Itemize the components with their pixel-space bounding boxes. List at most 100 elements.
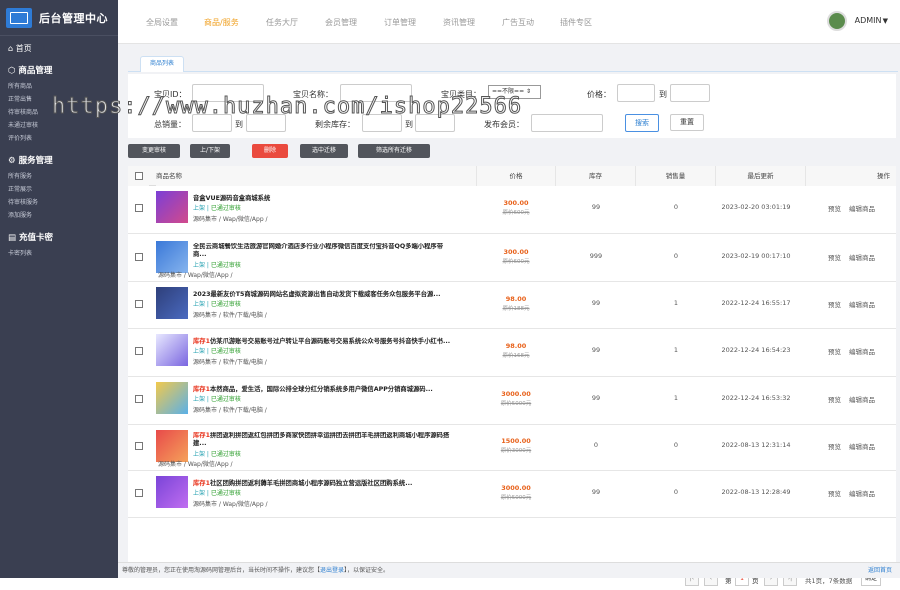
preview-link[interactable]: 预览: [828, 348, 841, 356]
row-actions: 预览 编辑商品: [828, 394, 883, 404]
total-sales-label: 总销量：: [154, 120, 186, 129]
nav-goods-services[interactable]: 商品/服务: [204, 17, 239, 28]
preview-link[interactable]: 预览: [828, 254, 841, 262]
sidebar-item-rejected[interactable]: 未通过审核: [8, 119, 60, 132]
row-actions: 预览 编辑商品: [828, 346, 883, 356]
sidebar-item-card-list[interactable]: 卡密列表: [8, 247, 60, 260]
sidebar-item-all-goods[interactable]: 所有商品: [8, 80, 60, 93]
product-thumbnail[interactable]: [156, 287, 188, 319]
edit-link[interactable]: 编辑商品: [849, 490, 875, 498]
sidebar-section-title[interactable]: ⚙ 服务管理: [0, 149, 118, 168]
home-icon: ⌂: [8, 44, 16, 53]
sidebar-item-reviews[interactable]: 评价列表: [8, 132, 60, 145]
footer-text: 尊敬的管理员，您正在使用淘源码网管理后台，当长时间不操作，建议您【: [122, 567, 321, 574]
logout-link[interactable]: 退出登录: [320, 567, 344, 574]
price-min-input[interactable]: [617, 84, 655, 102]
product-status: 上架 | 已通过审核: [193, 262, 241, 269]
header-price: 价格: [476, 166, 556, 186]
product-thumbnail[interactable]: [156, 334, 188, 366]
product-title[interactable]: 全民云商城餐饮生活旅游官网婚介酒店多行业小程序微信百度支付宝抖音QQ多端小程序带…: [193, 243, 455, 259]
nav-task-hall[interactable]: 任务大厅: [266, 17, 298, 28]
edit-link[interactable]: 编辑商品: [849, 348, 875, 356]
sidebar-section-title[interactable]: ▤ 充值卡密: [0, 226, 118, 245]
toggle-listing-button[interactable]: 上/下架: [190, 144, 230, 158]
price-max-input[interactable]: [670, 84, 710, 102]
sidebar-item-pending-services[interactable]: 待审核服务: [8, 196, 60, 209]
nav-news[interactable]: 资讯管理: [443, 17, 475, 28]
search-button[interactable]: 搜索: [625, 114, 659, 132]
product-updated: 2022-12-24 16:53:32: [721, 394, 791, 402]
member-input[interactable]: [531, 114, 603, 132]
watermark: https://www.huzhan.com/ishop22566: [51, 94, 523, 120]
sidebar-item-add-service[interactable]: 添加服务: [8, 209, 60, 222]
edit-link[interactable]: 编辑商品: [849, 396, 875, 404]
product-updated: 2022-08-13 12:28:49: [721, 487, 791, 496]
stock-tag: 库存1: [193, 386, 210, 393]
preview-link[interactable]: 预览: [828, 490, 841, 498]
product-status: 上架 | 已通过审核: [193, 490, 241, 497]
product-title[interactable]: 库存1社区团购拼团返利薅羊毛拼团商城小程序源码独立营运版社区团购系统...: [193, 478, 455, 487]
sidebar-item-all-services[interactable]: 所有服务: [8, 170, 60, 183]
user-name: ADMIN: [854, 16, 882, 25]
product-title[interactable]: 2023最新友价T5商城源码网站名虚拟资源出售自动发货下载威客任务众包服务平台源…: [193, 289, 455, 298]
preview-link[interactable]: 预览: [828, 396, 841, 404]
row-actions: 预览 编辑商品: [828, 203, 883, 213]
product-title[interactable]: 库存1本然商品，爱生活，国际公排全球分红分销系统多用户微信APP分销商城源码..…: [193, 384, 455, 393]
table-row: 库存1本然商品，爱生活，国际公排全球分红分销系统多用户微信APP分销商城源码..…: [128, 377, 896, 425]
product-title[interactable]: 库存1拼团返利拼团返红包拼团多商家快团拼幸运拼团去拼团羊毛拼团返利商城小程序源码…: [193, 432, 455, 448]
product-title[interactable]: 音盒VUE源码音盒商城系统: [193, 193, 455, 202]
reset-button[interactable]: 重置: [670, 114, 704, 131]
nav-global-settings[interactable]: 全局设置: [146, 17, 178, 28]
delete-button[interactable]: 删除: [252, 144, 288, 158]
nav-plugins[interactable]: 插件专区: [560, 17, 592, 28]
edit-link[interactable]: 编辑商品: [849, 205, 875, 213]
select-all-checkbox[interactable]: [135, 172, 143, 180]
product-thumbnail[interactable]: [156, 382, 188, 414]
row-checkbox[interactable]: [135, 488, 143, 497]
goods-table: 商品名称 价格 库存 销售量 最后更新 操作 音盒VUE源码音盒商城系统 上架 |…: [128, 166, 896, 586]
migrate-selected-button[interactable]: 选中迁移: [300, 144, 348, 158]
product-thumbnail[interactable]: [156, 241, 188, 273]
product-price: 98.00: [505, 294, 527, 303]
edit-link[interactable]: 编辑商品: [849, 301, 875, 309]
row-checkbox[interactable]: [135, 253, 143, 261]
preview-link[interactable]: 预览: [828, 443, 841, 451]
product-price: 300.00: [503, 199, 529, 207]
header-stock: 库存: [556, 166, 636, 186]
row-checkbox[interactable]: [135, 204, 143, 212]
product-price: 300.00: [503, 248, 529, 256]
edit-link[interactable]: 编辑商品: [849, 443, 875, 451]
product-category: 源码集市 / Wap/微信/App /: [158, 461, 233, 468]
product-thumbnail[interactable]: [156, 476, 188, 508]
back-home-link[interactable]: 返回首页: [868, 563, 892, 578]
header-name: 商品名称: [156, 166, 476, 186]
product-sales: 1: [673, 298, 679, 307]
nav-orders[interactable]: 订单管理: [384, 17, 416, 28]
preview-link[interactable]: 预览: [828, 205, 841, 213]
sidebar-home[interactable]: ⌂ 首页: [0, 38, 118, 59]
sidebar-item-shown[interactable]: 正常展示: [8, 183, 60, 196]
tab-goods-list[interactable]: 商品列表: [140, 56, 184, 72]
table-row: 库存1拼团返利拼团返红包拼团多商家快团拼幸运拼团去拼团羊毛拼团返利商城小程序源码…: [128, 425, 896, 471]
app-title: 后台管理中心: [39, 11, 108, 25]
edit-link[interactable]: 编辑商品: [849, 254, 875, 262]
stock-tag: 库存1: [193, 432, 210, 439]
product-title[interactable]: 库存1仿某爪游账号交易账号过户转让平台源码账号交易系统公众号服务号抖音快手小红书…: [193, 336, 455, 345]
preview-link[interactable]: 预览: [828, 301, 841, 309]
nav-members[interactable]: 会员管理: [325, 17, 357, 28]
product-thumbnail[interactable]: [156, 430, 188, 462]
sidebar-section-service: ⚙ 服务管理 所有服务 正常展示 待审核服务 添加服务: [0, 149, 118, 226]
product-updated: 2022-12-24 16:54:23: [721, 346, 791, 354]
row-checkbox[interactable]: [135, 347, 143, 355]
migrate-all-button[interactable]: 筛选所有迁移: [358, 144, 430, 158]
row-checkbox[interactable]: [135, 299, 143, 308]
nav-ads[interactable]: 广告互动: [502, 17, 534, 28]
user-menu[interactable]: ADMIN ▼: [826, 11, 888, 31]
product-thumbnail[interactable]: [156, 191, 188, 223]
row-checkbox[interactable]: [135, 395, 143, 403]
sidebar-section-title[interactable]: ⬡ 商品管理: [0, 59, 118, 78]
price-label: 价格：: [587, 90, 611, 99]
card-icon: ▤: [8, 233, 19, 243]
row-checkbox[interactable]: [135, 442, 143, 450]
change-audit-button[interactable]: 变更审核: [128, 144, 180, 158]
